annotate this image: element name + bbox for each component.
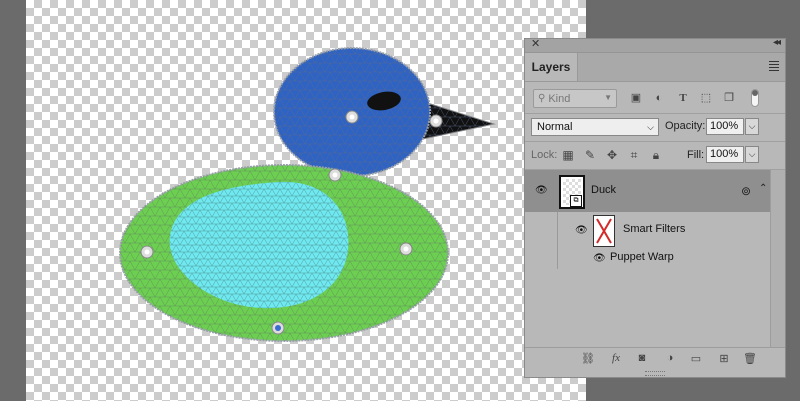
puppet-warp-eye-icon[interactable]: 👁︎ (593, 253, 606, 264)
tab-layers[interactable]: Layers (525, 53, 578, 81)
opacity-dropdown[interactable]: ⌵ (745, 118, 759, 135)
layers-scrollbar[interactable] (770, 170, 785, 349)
fx-icon[interactable]: fx (609, 352, 623, 364)
fill-label: Fill: (687, 149, 705, 161)
lock-all-icon[interactable]: 🔒︎ (649, 148, 663, 163)
filter-kind-label: Kind (548, 92, 571, 105)
folder-icon[interactable]: ▭ (689, 352, 703, 365)
opacity-input[interactable]: 100% (706, 118, 744, 135)
lock-position-icon[interactable]: ✥ (605, 148, 619, 162)
puppet-pin[interactable] (399, 242, 413, 256)
image-filter-icon[interactable]: ▣ (629, 92, 643, 104)
workspace: ✕ ◂◂ Layers ⚲ Kind ▼ ▣ ◐ T ⬚ ❐ Normal ⌵ … (0, 0, 800, 401)
close-icon[interactable]: ✕ (531, 37, 540, 50)
filter-toggle[interactable] (751, 89, 759, 107)
collapse-icon[interactable]: ◂◂ (773, 37, 781, 48)
chevron-down-icon: ⌵ (647, 122, 654, 132)
puppet-pin[interactable] (328, 168, 342, 182)
panel-title-bar[interactable]: ✕ ◂◂ (525, 37, 785, 53)
search-icon: ⚲ (538, 93, 546, 104)
puppet-pin[interactable] (345, 110, 359, 124)
fill-input[interactable]: 100% (706, 146, 744, 163)
fill-dropdown[interactable]: ⌵ (745, 146, 759, 163)
trash-icon[interactable]: 🗑︎ (743, 352, 757, 365)
adjustment-filter-icon[interactable]: ◐ (652, 92, 666, 104)
link-icon[interactable]: ⛓︎ (581, 352, 595, 365)
lock-label: Lock: (531, 149, 558, 161)
puppet-pin-selected[interactable] (271, 321, 285, 335)
smart-filter-indicator-icon[interactable]: ⊚ (741, 184, 751, 198)
chevron-up-icon[interactable]: ⌃ (759, 183, 767, 194)
filter-kind-select[interactable]: ⚲ Kind ▼ (533, 89, 617, 108)
lock-image-icon[interactable]: ✎ (583, 148, 597, 162)
adjustment-icon[interactable]: ◑ (663, 352, 677, 364)
divider (525, 141, 785, 142)
type-filter-icon[interactable]: T (676, 92, 690, 104)
chevron-down-icon: ▼ (604, 93, 612, 102)
filter-mask-thumbnail[interactable] (593, 215, 615, 247)
puppet-warp-filter[interactable]: Puppet Warp (610, 251, 674, 263)
blend-mode-select[interactable]: Normal ⌵ (531, 118, 659, 136)
panel-tab-row: Layers (525, 53, 785, 82)
smart-object-badge-icon: ⧉ (570, 195, 582, 207)
smart-object-filter-icon[interactable]: ❐ (722, 92, 736, 104)
opacity-label: Opacity: (665, 120, 706, 132)
layer-name[interactable]: Duck (591, 184, 616, 196)
panel-menu-icon[interactable] (769, 61, 779, 73)
smart-filters-eye-icon[interactable]: 👁︎ (575, 225, 588, 236)
divider (525, 113, 785, 114)
lock-transparent-icon[interactable]: ▦ (561, 148, 575, 162)
smart-filters-label[interactable]: Smart Filters (623, 223, 685, 235)
visibility-eye-icon[interactable]: 👁︎ (535, 185, 548, 196)
blend-mode-value: Normal (537, 121, 573, 133)
resize-grip[interactable] (645, 371, 665, 376)
lock-artboard-icon[interactable]: ⌗ (627, 148, 641, 163)
shape-filter-icon[interactable]: ⬚ (699, 92, 713, 104)
puppet-pin[interactable] (429, 114, 443, 128)
puppet-pin[interactable] (140, 245, 154, 259)
layer-thumbnail[interactable]: ⧉ (559, 175, 585, 209)
new-layer-icon[interactable]: ⊞ (717, 352, 731, 365)
mask-icon[interactable]: ◙ (635, 352, 649, 364)
layers-panel: ✕ ◂◂ Layers ⚲ Kind ▼ ▣ ◐ T ⬚ ❐ Normal ⌵ … (524, 37, 786, 378)
